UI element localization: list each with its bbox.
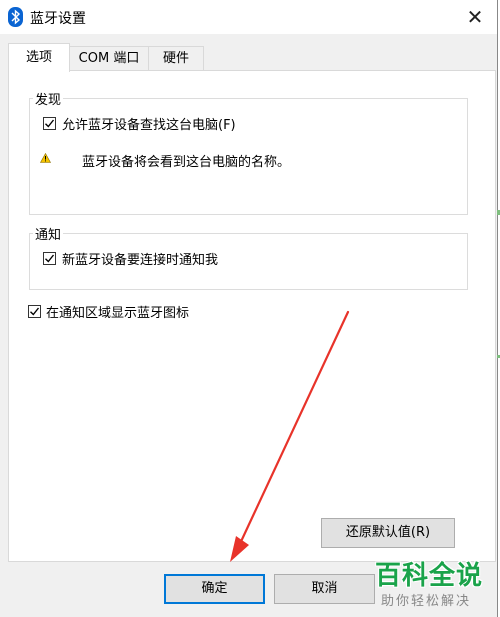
bluetooth-icon [8, 7, 23, 27]
tab-hardware[interactable]: 硬件 [148, 46, 204, 71]
allow-discovery-checkbox[interactable] [43, 117, 56, 130]
show-tray-icon-checkbox[interactable] [28, 305, 41, 318]
tab-com-ports[interactable]: COM 端口 [68, 46, 150, 71]
tab-options[interactable]: 选项 [8, 43, 70, 72]
bluetooth-settings-dialog: 蓝牙设置 ✕ 选项 COM 端口 硬件 发现 允许蓝牙设备查找这台电脑(F) 蓝… [0, 0, 498, 617]
tab-panel-options: 发现 允许蓝牙设备查找这台电脑(F) 蓝牙设备将会看到这台电脑的名称。 通知 新… [8, 70, 496, 562]
close-button[interactable]: ✕ [455, 2, 495, 32]
checkmark-icon [45, 119, 55, 128]
warning-icon [40, 153, 51, 163]
notifications-group: 通知 新蓝牙设备要连接时通知我 [29, 224, 468, 290]
restore-defaults-button[interactable]: 还原默认值(R) [321, 518, 455, 548]
title-bar: 蓝牙设置 ✕ [0, 0, 497, 34]
allow-discovery-label[interactable]: 允许蓝牙设备查找这台电脑(F) [62, 114, 236, 133]
ok-button[interactable]: 确定 [164, 574, 265, 604]
window-title: 蓝牙设置 [30, 11, 86, 27]
watermark: 百科全说 助你轻松解决 [365, 555, 500, 617]
cancel-button[interactable]: 取消 [274, 574, 375, 604]
checkmark-icon [30, 307, 40, 316]
discovery-group-label: 发现 [33, 89, 64, 108]
watermark-title: 百科全说 [375, 561, 484, 591]
watermark-subtitle: 助你轻松解决 [381, 594, 472, 609]
notifications-group-label: 通知 [33, 224, 64, 243]
close-icon: ✕ [466, 5, 484, 29]
discovery-group: 发现 允许蓝牙设备查找这台电脑(F) 蓝牙设备将会看到这台电脑的名称。 [29, 89, 468, 215]
show-tray-icon-label[interactable]: 在通知区域显示蓝牙图标 [46, 302, 189, 321]
notify-new-device-checkbox[interactable] [43, 252, 56, 265]
discovery-warning-text: 蓝牙设备将会看到这台电脑的名称。 [82, 155, 291, 170]
checkmark-icon [45, 254, 55, 263]
notify-new-device-label[interactable]: 新蓝牙设备要连接时通知我 [62, 249, 218, 268]
